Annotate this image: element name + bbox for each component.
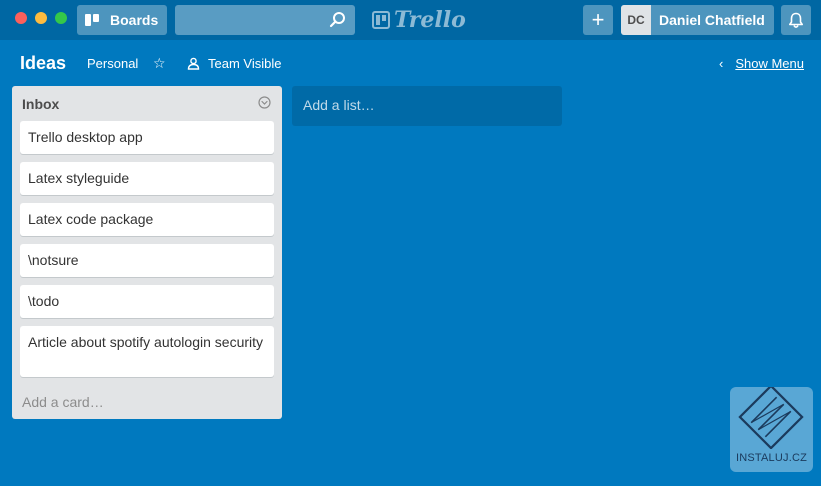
card[interactable]: Article about spotify autologin security [20,326,274,377]
trello-logo-icon [372,11,390,29]
notifications-button[interactable] [781,5,811,35]
watermark-icon [738,384,804,450]
plus-icon: + [591,7,605,32]
visibility-label: Team Visible [208,56,282,71]
search-box[interactable] [175,5,355,35]
close-window-button[interactable] [15,12,27,24]
card[interactable]: Latex code package [20,203,274,236]
watermark-text: INSTALUJ.CZ [735,452,808,464]
user-name: Daniel Chatfield [659,12,765,28]
zoom-window-button[interactable] [55,12,67,24]
board-title[interactable]: Ideas [20,53,66,74]
add-list-button[interactable]: Add a list… [292,86,562,126]
card[interactable]: Latex styleguide [20,162,274,195]
star-icon[interactable]: ☆ [153,55,166,72]
trello-logo[interactable]: Trello [372,7,466,33]
chevron-left-icon: ‹ [719,56,724,71]
minimize-window-button[interactable] [35,12,47,24]
team-icon [187,57,200,70]
bell-icon [789,12,803,28]
watermark-logo: INSTALUJ.CZ [730,384,813,472]
app-header: Boards Trello + DC Daniel Chatfield [0,0,821,40]
user-menu-button[interactable]: DC Daniel Chatfield [621,5,774,35]
board-org-button[interactable]: Personal [87,56,138,71]
boards-icon [84,12,100,28]
boards-button[interactable]: Boards [77,5,167,35]
add-button[interactable]: + [583,5,613,35]
show-menu-label: Show Menu [735,56,804,71]
card[interactable]: \notsure [20,244,274,277]
show-menu-button[interactable]: ‹ Show Menu [719,56,804,71]
search-input[interactable] [175,5,355,35]
list-inbox: Inbox Trello desktop app Latex styleguid… [12,86,282,419]
add-card-button[interactable]: Add a card… [22,394,104,410]
card[interactable]: Trello desktop app [20,121,274,154]
search-icon[interactable] [329,11,347,29]
card[interactable]: \todo [20,285,274,318]
avatar: DC [621,5,651,35]
trello-logo-text: Trello [394,7,466,33]
list-title[interactable]: Inbox [22,96,59,112]
boards-label: Boards [110,12,159,28]
list-menu-icon[interactable] [258,96,271,109]
visibility-button[interactable]: Team Visible [187,56,281,71]
